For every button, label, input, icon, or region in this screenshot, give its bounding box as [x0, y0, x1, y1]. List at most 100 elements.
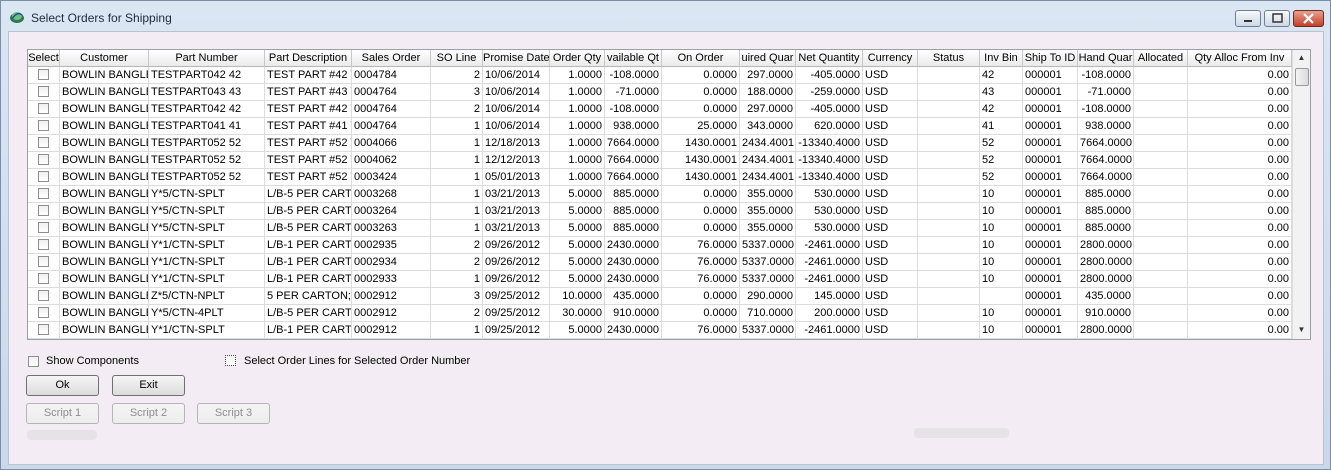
column-header-part-number[interactable]: Part Number [149, 50, 265, 67]
row-select-checkbox[interactable] [38, 307, 49, 318]
cell-allocated [1134, 237, 1188, 253]
cell-required-qty: 2434.4001 [742, 135, 796, 151]
row-select-checkbox[interactable] [38, 86, 49, 97]
cell-on-order: 1430.0001 [662, 135, 740, 151]
row-select-checkbox[interactable] [38, 222, 49, 233]
column-header-inv-bin[interactable]: Inv Bin [980, 50, 1023, 67]
maximize-button[interactable] [1264, 10, 1290, 27]
scroll-down-icon[interactable]: ▼ [1293, 322, 1310, 338]
cell-status [918, 203, 980, 219]
row-select-checkbox[interactable] [38, 171, 49, 182]
cell-order-qty: 5.0000 [550, 271, 605, 287]
cell-ship-to-id: 000001 [1023, 254, 1078, 270]
table-row[interactable]: BOWLIN BANGLE Y*1/CTN-SPLT L/B-1 PER CARTC… [28, 254, 1292, 271]
column-header-part-description[interactable]: Part Description [265, 50, 352, 67]
column-header-order-qty[interactable]: Order Qty [550, 50, 605, 67]
row-select-checkbox[interactable] [38, 324, 49, 335]
table-row[interactable]: BOWLIN BANGLE TESTPART052 52 TEST PART #52… [28, 169, 1292, 186]
column-header-net-quantity[interactable]: Net Quantity [796, 50, 863, 67]
column-header-so-line[interactable]: SO Line [431, 50, 483, 67]
script-1-button[interactable]: Script 1 [26, 403, 99, 424]
row-select-checkbox[interactable] [38, 154, 49, 165]
column-header-currency[interactable]: Currency [863, 50, 918, 67]
table-row[interactable]: BOWLIN BANGLE TESTPART042 42 TEST PART #42… [28, 67, 1292, 84]
table-row[interactable]: BOWLIN BANGLE TESTPART052 52 TEST PART #52… [28, 135, 1292, 152]
minimize-button[interactable] [1235, 10, 1261, 27]
row-select-checkbox[interactable] [38, 290, 49, 301]
cell-part-description: TEST PART #42 V [267, 101, 352, 117]
column-header-qty-alloc-from-inv[interactable]: Qty Alloc From Inv [1188, 50, 1292, 67]
table-row[interactable]: BOWLIN BANGLE TESTPART052 52 TEST PART #52… [28, 152, 1292, 169]
column-header-ship-to-id[interactable]: Ship To ID [1023, 50, 1078, 67]
script-2-button[interactable]: Script 2 [112, 403, 185, 424]
table-row[interactable]: BOWLIN BANGLE TESTPART042 42 TEST PART #42… [28, 101, 1292, 118]
table-row[interactable]: BOWLIN BANGLE Y*1/CTN-SPLT L/B-1 PER CARTC… [28, 237, 1292, 254]
cell-promise-date: 03/21/2013 [483, 186, 550, 202]
row-select-checkbox[interactable] [38, 256, 49, 267]
column-header-available-qty[interactable]: vailable Qt [605, 50, 662, 67]
column-header-status[interactable]: Status [918, 50, 980, 67]
cell-part-description: TEST PART #42 V [267, 67, 352, 83]
show-components-checkbox[interactable] [28, 356, 39, 367]
cell-promise-date: 10/06/2014 [483, 118, 550, 134]
scroll-thumb[interactable] [1295, 68, 1309, 86]
table-row[interactable]: BOWLIN BANGLE Y*5/CTN-SPLT L/B-5 PER CARTC… [28, 186, 1292, 203]
cell-currency: USD [863, 220, 918, 236]
vertical-scrollbar[interactable]: ▲ ▼ [1292, 50, 1310, 339]
select-order-lines-checkbox[interactable] [225, 355, 236, 366]
cell-on-order: 0.0000 [662, 101, 740, 117]
cell-allocated [1134, 67, 1188, 83]
cell-on-hand-qty: -108.0000 [1078, 67, 1134, 83]
table-row[interactable]: BOWLIN BANGLEZ*5/CTN-NPLT5 PER CARTON; N… [28, 288, 1292, 305]
dialog-body: Select Customer Part Number Part Descriptio… [8, 31, 1324, 465]
cell-status [918, 254, 980, 270]
table-row[interactable]: BOWLIN BANGLE Y*5/CTN-4PLT L/B-5 PER CARTC… [28, 305, 1292, 322]
cell-order-qty: 5.0000 [550, 203, 605, 219]
select-cell [28, 67, 60, 83]
select-cell [28, 203, 60, 219]
table-row[interactable]: BOWLIN BANGLE Y*5/CTN-SPLT L/B-5 PER CARTC… [28, 203, 1292, 220]
cell-sales-order: 0002934 [352, 254, 431, 270]
ok-button[interactable]: Ok [26, 375, 99, 396]
row-select-checkbox[interactable] [38, 273, 49, 284]
select-cell [28, 288, 60, 304]
column-header-allocated[interactable]: Allocated [1134, 50, 1188, 67]
row-select-checkbox[interactable] [38, 120, 49, 131]
row-select-checkbox[interactable] [38, 69, 49, 80]
exit-button[interactable]: Exit [112, 375, 185, 396]
column-header-required-qty[interactable]: uired Quar [740, 50, 796, 67]
column-header-promise-date[interactable]: Promise Date [483, 50, 550, 67]
table-row[interactable]: BOWLIN BANGLE Y*1/CTN-SPLT L/B-1 PER CARTC… [28, 322, 1292, 339]
column-header-on-hand-qty[interactable]: Hand Quar [1078, 50, 1134, 67]
row-select-checkbox[interactable] [38, 137, 49, 148]
table-row[interactable]: BOWLIN BANGLE TESTPART041 41 TEST PART #41… [28, 118, 1292, 135]
cell-qty-alloc-from-inv: 0.00 [1188, 118, 1292, 134]
cell-qty-alloc-from-inv: 0.00 [1188, 84, 1292, 100]
column-header-customer[interactable]: Customer [60, 50, 149, 67]
column-header-sales-order[interactable]: Sales Order [352, 50, 431, 67]
script-3-button[interactable]: Script 3 [197, 403, 270, 424]
cell-currency: USD [863, 322, 918, 338]
close-button[interactable] [1293, 10, 1324, 27]
cell-available-qty: 7664.0000 [605, 135, 662, 151]
column-header-select[interactable]: Select [28, 50, 60, 67]
table-row[interactable]: BOWLIN BANGLE Y*5/CTN-SPLT L/B-5 PER CARTC… [28, 220, 1292, 237]
cell-currency: USD [863, 135, 918, 151]
row-select-checkbox[interactable] [38, 239, 49, 250]
orders-grid[interactable]: Select Customer Part Number Part Descriptio… [27, 49, 1311, 340]
cell-so-line: 3 [431, 84, 483, 100]
cell-so-line: 1 [431, 186, 483, 202]
table-row[interactable]: BOWLIN BANGLE TESTPART043 43 TEST PART #43… [28, 84, 1292, 101]
scroll-up-icon[interactable]: ▲ [1293, 50, 1310, 66]
row-select-checkbox[interactable] [38, 205, 49, 216]
column-header-on-order[interactable]: On Order [662, 50, 740, 67]
cell-required-qty: 355.0000 [740, 186, 796, 202]
cell-sales-order: 0003268 [352, 186, 431, 202]
row-select-checkbox[interactable] [38, 103, 49, 114]
cell-inv-bin: 43 [980, 84, 1023, 100]
select-cell [28, 101, 60, 117]
table-row[interactable]: BOWLIN BANGLE Y*1/CTN-SPLT L/B-1 PER CARTC… [28, 271, 1292, 288]
row-select-checkbox[interactable] [38, 188, 49, 199]
cell-qty-alloc-from-inv: 0.00 [1188, 186, 1292, 202]
cell-so-line: 1 [431, 169, 483, 185]
